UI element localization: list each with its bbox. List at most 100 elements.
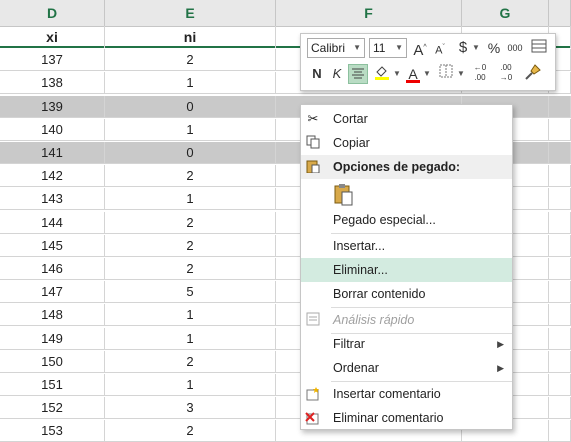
column-header-e[interactable]: E bbox=[105, 0, 276, 26]
cell[interactable] bbox=[549, 188, 571, 211]
cell[interactable] bbox=[549, 327, 571, 350]
cell[interactable] bbox=[549, 95, 571, 118]
font-size-select[interactable]: 11 ▼ bbox=[369, 38, 407, 58]
cell-xi[interactable]: 144 bbox=[0, 211, 105, 234]
menu-item-quick-analysis[interactable]: Análisis rápido bbox=[301, 308, 512, 332]
cell[interactable] bbox=[549, 281, 571, 304]
cell-xi[interactable]: 145 bbox=[0, 234, 105, 257]
decrease-decimal-icon: .00 →0 bbox=[499, 63, 513, 82]
cell-header-ni[interactable]: ni bbox=[105, 26, 276, 48]
cell-ni[interactable]: 1 bbox=[105, 188, 276, 211]
cell[interactable] bbox=[549, 304, 571, 327]
percent-button[interactable]: % bbox=[486, 38, 502, 58]
menu-item-paste-special[interactable]: Pegado especial... bbox=[301, 208, 512, 232]
cell-xi[interactable]: 147 bbox=[0, 281, 105, 304]
cell-xi[interactable]: 146 bbox=[0, 258, 105, 280]
cell-xi[interactable]: 140 bbox=[0, 118, 105, 141]
column-header-f[interactable]: F bbox=[276, 0, 462, 26]
decrease-decimal-button[interactable]: .00 →0 bbox=[495, 63, 517, 83]
column-headers: D E F G bbox=[0, 0, 571, 27]
cell-ni[interactable]: 0 bbox=[105, 142, 276, 164]
cell-xi[interactable]: 151 bbox=[0, 374, 105, 396]
cell[interactable] bbox=[549, 211, 571, 234]
cell-xi[interactable]: 149 bbox=[0, 327, 105, 350]
cell-ni[interactable]: 1 bbox=[105, 304, 276, 327]
cell-ni[interactable]: 2 bbox=[105, 211, 276, 234]
menu-item-sort[interactable]: Ordenar ▶ bbox=[301, 356, 512, 380]
new-comment-icon bbox=[305, 386, 321, 402]
fill-color-button[interactable] bbox=[372, 64, 392, 84]
cell-ni[interactable]: 1 bbox=[105, 118, 276, 141]
cell[interactable] bbox=[549, 142, 571, 164]
italic-button[interactable]: K bbox=[329, 64, 345, 84]
menu-item-delete[interactable]: Eliminar... bbox=[301, 258, 512, 282]
bold-button[interactable]: N bbox=[309, 64, 325, 84]
thousands-button[interactable]: 000 bbox=[504, 38, 526, 58]
cell-xi[interactable]: 150 bbox=[0, 350, 105, 373]
cell-ni[interactable]: 5 bbox=[105, 281, 276, 304]
menu-item-filter[interactable]: Filtrar ▶ bbox=[301, 332, 512, 356]
menu-item-delete-comment[interactable]: Eliminar comentario bbox=[301, 406, 512, 430]
cell-ni[interactable]: 2 bbox=[105, 420, 276, 442]
chevron-down-icon[interactable]: ▼ bbox=[471, 38, 481, 58]
cell[interactable] bbox=[549, 234, 571, 257]
cell-ni[interactable]: 2 bbox=[105, 350, 276, 373]
borders-button[interactable] bbox=[437, 64, 455, 84]
cell-ni[interactable]: 1 bbox=[105, 72, 276, 95]
align-center-button[interactable] bbox=[348, 64, 368, 84]
increase-decimal-button[interactable]: ←0 .00 bbox=[469, 63, 491, 83]
menu-item-insert-comment[interactable]: Insertar comentario bbox=[301, 382, 512, 406]
cell-header-xi[interactable]: xi bbox=[0, 26, 105, 48]
menu-item-cut[interactable]: ✂ Cortar bbox=[301, 107, 512, 131]
cell-xi[interactable]: 142 bbox=[0, 165, 105, 188]
column-header-g[interactable]: G bbox=[462, 0, 549, 26]
cell-xi[interactable]: 143 bbox=[0, 188, 105, 211]
menu-label: Insertar... bbox=[333, 239, 386, 253]
cell[interactable] bbox=[549, 397, 571, 420]
menu-item-clear-contents[interactable]: Borrar contenido bbox=[301, 282, 512, 306]
cell-ni[interactable]: 2 bbox=[105, 49, 276, 72]
cell-xi[interactable]: 138 bbox=[0, 72, 105, 95]
currency-button[interactable]: $ bbox=[456, 38, 470, 58]
cell-xi[interactable]: 148 bbox=[0, 304, 105, 327]
cell-ni[interactable]: 1 bbox=[105, 374, 276, 396]
cell-xi[interactable]: 137 bbox=[0, 49, 105, 72]
menu-label: Borrar contenido bbox=[333, 287, 426, 301]
cell-ni[interactable]: 2 bbox=[105, 234, 276, 257]
font-color-button[interactable]: A bbox=[405, 64, 421, 84]
cell[interactable] bbox=[549, 258, 571, 280]
column-header-h[interactable] bbox=[549, 0, 571, 26]
cell-xi[interactable]: 153 bbox=[0, 420, 105, 442]
cell-ni[interactable]: 1 bbox=[105, 327, 276, 350]
chevron-down-icon[interactable]: ▼ bbox=[423, 64, 431, 84]
column-header-d[interactable]: D bbox=[0, 0, 105, 26]
cell[interactable] bbox=[549, 165, 571, 188]
bold-icon: N bbox=[312, 66, 322, 81]
cell[interactable] bbox=[549, 420, 571, 442]
paste-option-paste[interactable] bbox=[301, 179, 512, 209]
delete-comment-icon bbox=[305, 410, 321, 426]
cell[interactable] bbox=[549, 350, 571, 373]
font-name-select[interactable]: Calibri ▼ bbox=[307, 38, 365, 58]
cell-xi[interactable]: 141 bbox=[0, 142, 105, 164]
menu-item-copy[interactable]: Copiar bbox=[301, 131, 512, 155]
align-center-icon bbox=[352, 68, 364, 79]
chevron-down-icon[interactable]: ▼ bbox=[457, 64, 465, 84]
cell[interactable] bbox=[549, 118, 571, 141]
cell-xi[interactable]: 152 bbox=[0, 397, 105, 420]
cell-xi[interactable]: 139 bbox=[0, 95, 105, 118]
cell-ni[interactable]: 2 bbox=[105, 165, 276, 188]
menu-label: Eliminar comentario bbox=[333, 411, 444, 425]
shrink-font-button[interactable]: Aˇ bbox=[432, 38, 448, 58]
format-painter-button[interactable] bbox=[523, 64, 543, 84]
format-table-button[interactable] bbox=[530, 38, 548, 58]
italic-icon: K bbox=[332, 66, 342, 81]
currency-icon: $ bbox=[458, 39, 468, 56]
cell-ni[interactable]: 2 bbox=[105, 258, 276, 280]
grow-font-button[interactable]: A^ bbox=[412, 38, 428, 59]
cell[interactable] bbox=[549, 374, 571, 396]
cell-ni[interactable]: 0 bbox=[105, 95, 276, 118]
chevron-down-icon[interactable]: ▼ bbox=[393, 64, 401, 84]
cell-ni[interactable]: 3 bbox=[105, 397, 276, 420]
menu-item-insert[interactable]: Insertar... bbox=[301, 234, 512, 258]
